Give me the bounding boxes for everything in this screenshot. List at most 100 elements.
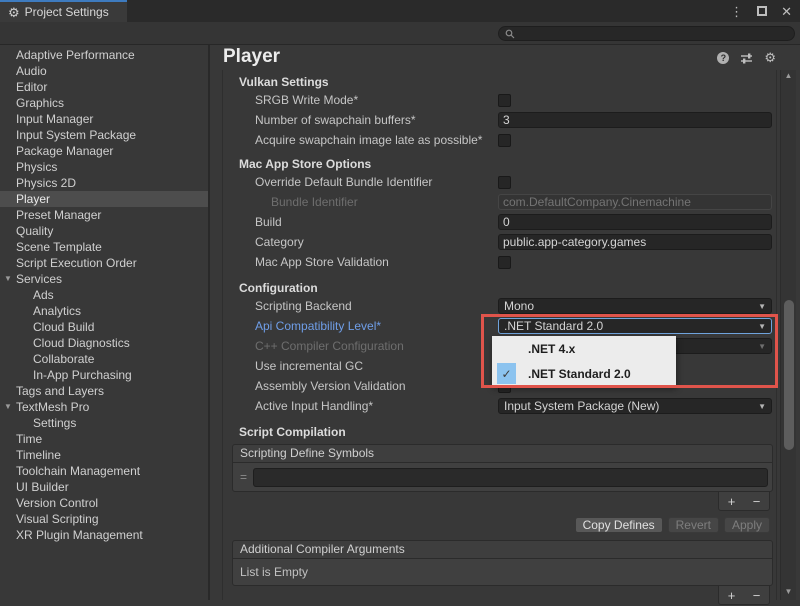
sidebar-item-label: Analytics — [33, 304, 81, 318]
section-configuration: Configuration — [223, 280, 776, 296]
add-button[interactable]: + — [728, 495, 736, 508]
sidebar-item-preset-manager[interactable]: Preset Manager — [0, 207, 208, 223]
sidebar-item-label: Script Execution Order — [16, 256, 137, 270]
section-vulkan-settings: Vulkan Settings — [223, 74, 776, 90]
override-bundle-id-checkbox[interactable]: ✓ — [498, 176, 511, 189]
sidebar-item-tmp-settings[interactable]: Settings — [0, 415, 208, 431]
sidebar-item-physics-2d[interactable]: Physics 2D — [0, 175, 208, 191]
foldout-arrow-icon[interactable]: ▼ — [3, 399, 13, 415]
label-swapchain-buffers: Number of swapchain buffers* — [223, 113, 498, 127]
row-override-bundle-id: Override Default Bundle Identifier ✓ — [223, 172, 776, 192]
srgb-write-mode-checkbox[interactable]: ✓ — [498, 94, 511, 107]
page-title: Player — [223, 46, 280, 68]
window-menu-icon[interactable]: ⋮ — [730, 5, 743, 18]
label-scripting-backend: Scripting Backend — [223, 299, 498, 313]
field-value: 3 — [503, 113, 510, 127]
tab-project-settings[interactable]: ⚙ Project Settings — [0, 0, 127, 22]
api-compatibility-dropdown[interactable]: .NET Standard 2.0▼ — [498, 318, 772, 334]
foldout-arrow-icon[interactable]: ▼ — [3, 271, 13, 287]
chevron-down-icon: ▼ — [758, 302, 766, 311]
sidebar-item-visual-scripting[interactable]: Visual Scripting — [0, 511, 208, 527]
scripting-define-symbols-list: Scripting Define Symbols = — [232, 444, 773, 492]
define-symbol-input[interactable] — [253, 468, 768, 487]
swapchain-buffers-field[interactable]: 3 — [498, 112, 772, 128]
sidebar-item-cloud-diagnostics[interactable]: Cloud Diagnostics — [0, 335, 208, 351]
sidebar-item-version-control[interactable]: Version Control — [0, 495, 208, 511]
settings-panel: Player ? ⚙ Vulkan Settings SRGB Write Mo… — [212, 44, 800, 600]
sidebar-item-label: In-App Purchasing — [33, 368, 132, 382]
sidebar-item-time[interactable]: Time — [0, 431, 208, 447]
row-api-compatibility: Api Compatibility Level* .NET Standard 2… — [223, 316, 776, 336]
sidebar-item-package-manager[interactable]: Package Manager — [0, 143, 208, 159]
sidebar-item-graphics[interactable]: Graphics — [0, 95, 208, 111]
sidebar-item-script-execution-order[interactable]: Script Execution Order — [0, 255, 208, 271]
sidebar-item-label: Collaborate — [33, 352, 94, 366]
sidebar-item-ads[interactable]: Ads — [0, 287, 208, 303]
compiler-arguments-footer: + − — [223, 586, 776, 606]
sidebar-item-label: TextMesh Pro — [16, 400, 89, 414]
compiler-arguments-header: Additional Compiler Arguments — [233, 541, 772, 559]
row-active-input-handling: Active Input Handling* Input System Pack… — [223, 396, 776, 416]
search-box[interactable] — [498, 26, 795, 41]
sidebar-item-scene-template[interactable]: Scene Template — [0, 239, 208, 255]
sidebar-item-player[interactable]: Player — [0, 191, 208, 207]
sidebar-item-timeline[interactable]: Timeline — [0, 447, 208, 463]
search-input[interactable] — [519, 28, 788, 40]
toolbar — [0, 22, 800, 45]
sidebar-item-textmesh-pro[interactable]: ▼TextMesh Pro — [0, 399, 208, 415]
mac-store-validation-checkbox[interactable]: ✓ — [498, 256, 511, 269]
sidebar-item-editor[interactable]: Editor — [0, 79, 208, 95]
sidebar-item-audio[interactable]: Audio — [0, 63, 208, 79]
sidebar-item-xr-plugin-management[interactable]: XR Plugin Management — [0, 527, 208, 543]
sidebar-item-quality[interactable]: Quality — [0, 223, 208, 239]
scrollbar-thumb[interactable] — [784, 300, 794, 450]
sidebar-item-physics[interactable]: Physics — [0, 159, 208, 175]
scroll-up-icon[interactable]: ▲ — [781, 70, 796, 82]
dropdown-value: Mono — [504, 299, 758, 313]
row-swapchain-buffers: Number of swapchain buffers* 3 — [223, 110, 776, 130]
vertical-scrollbar[interactable]: ▲ ▼ — [780, 70, 796, 600]
sidebar-item-collaborate[interactable]: Collaborate — [0, 351, 208, 367]
scripting-backend-dropdown[interactable]: Mono▼ — [498, 298, 772, 314]
acquire-swapchain-checkbox[interactable]: ✓ — [498, 134, 511, 147]
maximize-icon[interactable] — [757, 6, 767, 16]
chevron-down-icon: ▼ — [758, 342, 766, 351]
scroll-down-icon[interactable]: ▼ — [781, 586, 796, 598]
close-icon[interactable]: ✕ — [781, 5, 792, 18]
sidebar-item-ui-builder[interactable]: UI Builder — [0, 479, 208, 495]
active-input-handling-dropdown[interactable]: Input System Package (New)▼ — [498, 398, 772, 414]
row-category: Category public.app-category.games — [223, 232, 776, 252]
menu-item-net-standard-20[interactable]: ✓ .NET Standard 2.0 — [492, 361, 676, 386]
sidebar-item-label: Cloud Build — [33, 320, 94, 334]
copy-defines-button[interactable]: Copy Defines — [575, 517, 663, 533]
preset-icon[interactable] — [740, 52, 753, 64]
panel-header-icons: ? ⚙ — [717, 51, 776, 64]
search-icon — [505, 29, 515, 39]
remove-button[interactable]: − — [753, 495, 761, 508]
sidebar-item-tags-and-layers[interactable]: Tags and Layers — [0, 383, 208, 399]
help-icon[interactable]: ? — [717, 52, 729, 64]
sidebar-item-label: UI Builder — [16, 480, 69, 494]
define-symbols-header: Scripting Define Symbols — [233, 445, 772, 463]
label-assembly-version-validation: Assembly Version Validation — [223, 379, 498, 393]
sidebar-item-toolchain-management[interactable]: Toolchain Management — [0, 463, 208, 479]
category-field[interactable]: public.app-category.games — [498, 234, 772, 250]
menu-item-label: .NET 4.x — [528, 342, 575, 356]
drag-handle-icon[interactable]: = — [237, 470, 250, 484]
gear-icon[interactable]: ⚙ — [764, 51, 776, 64]
label-incremental-gc: Use incremental GC — [223, 359, 498, 373]
sidebar-item-adaptive-performance[interactable]: Adaptive Performance — [0, 47, 208, 63]
build-field[interactable]: 0 — [498, 214, 772, 230]
sidebar-item-input-system-package[interactable]: Input System Package — [0, 127, 208, 143]
sidebar-item-cloud-build[interactable]: Cloud Build — [0, 319, 208, 335]
menu-item-net-4x[interactable]: .NET 4.x — [492, 336, 676, 361]
panel-header: Player ? ⚙ — [212, 44, 800, 70]
label-category: Category — [223, 235, 498, 249]
define-symbol-row[interactable]: = — [233, 463, 772, 491]
label-build: Build — [223, 215, 498, 229]
list-add-remove-box: + − — [718, 491, 770, 511]
sidebar-item-services[interactable]: ▼Services — [0, 271, 208, 287]
sidebar-item-in-app-purchasing[interactable]: In-App Purchasing — [0, 367, 208, 383]
sidebar-item-input-manager[interactable]: Input Manager — [0, 111, 208, 127]
sidebar-item-analytics[interactable]: Analytics — [0, 303, 208, 319]
